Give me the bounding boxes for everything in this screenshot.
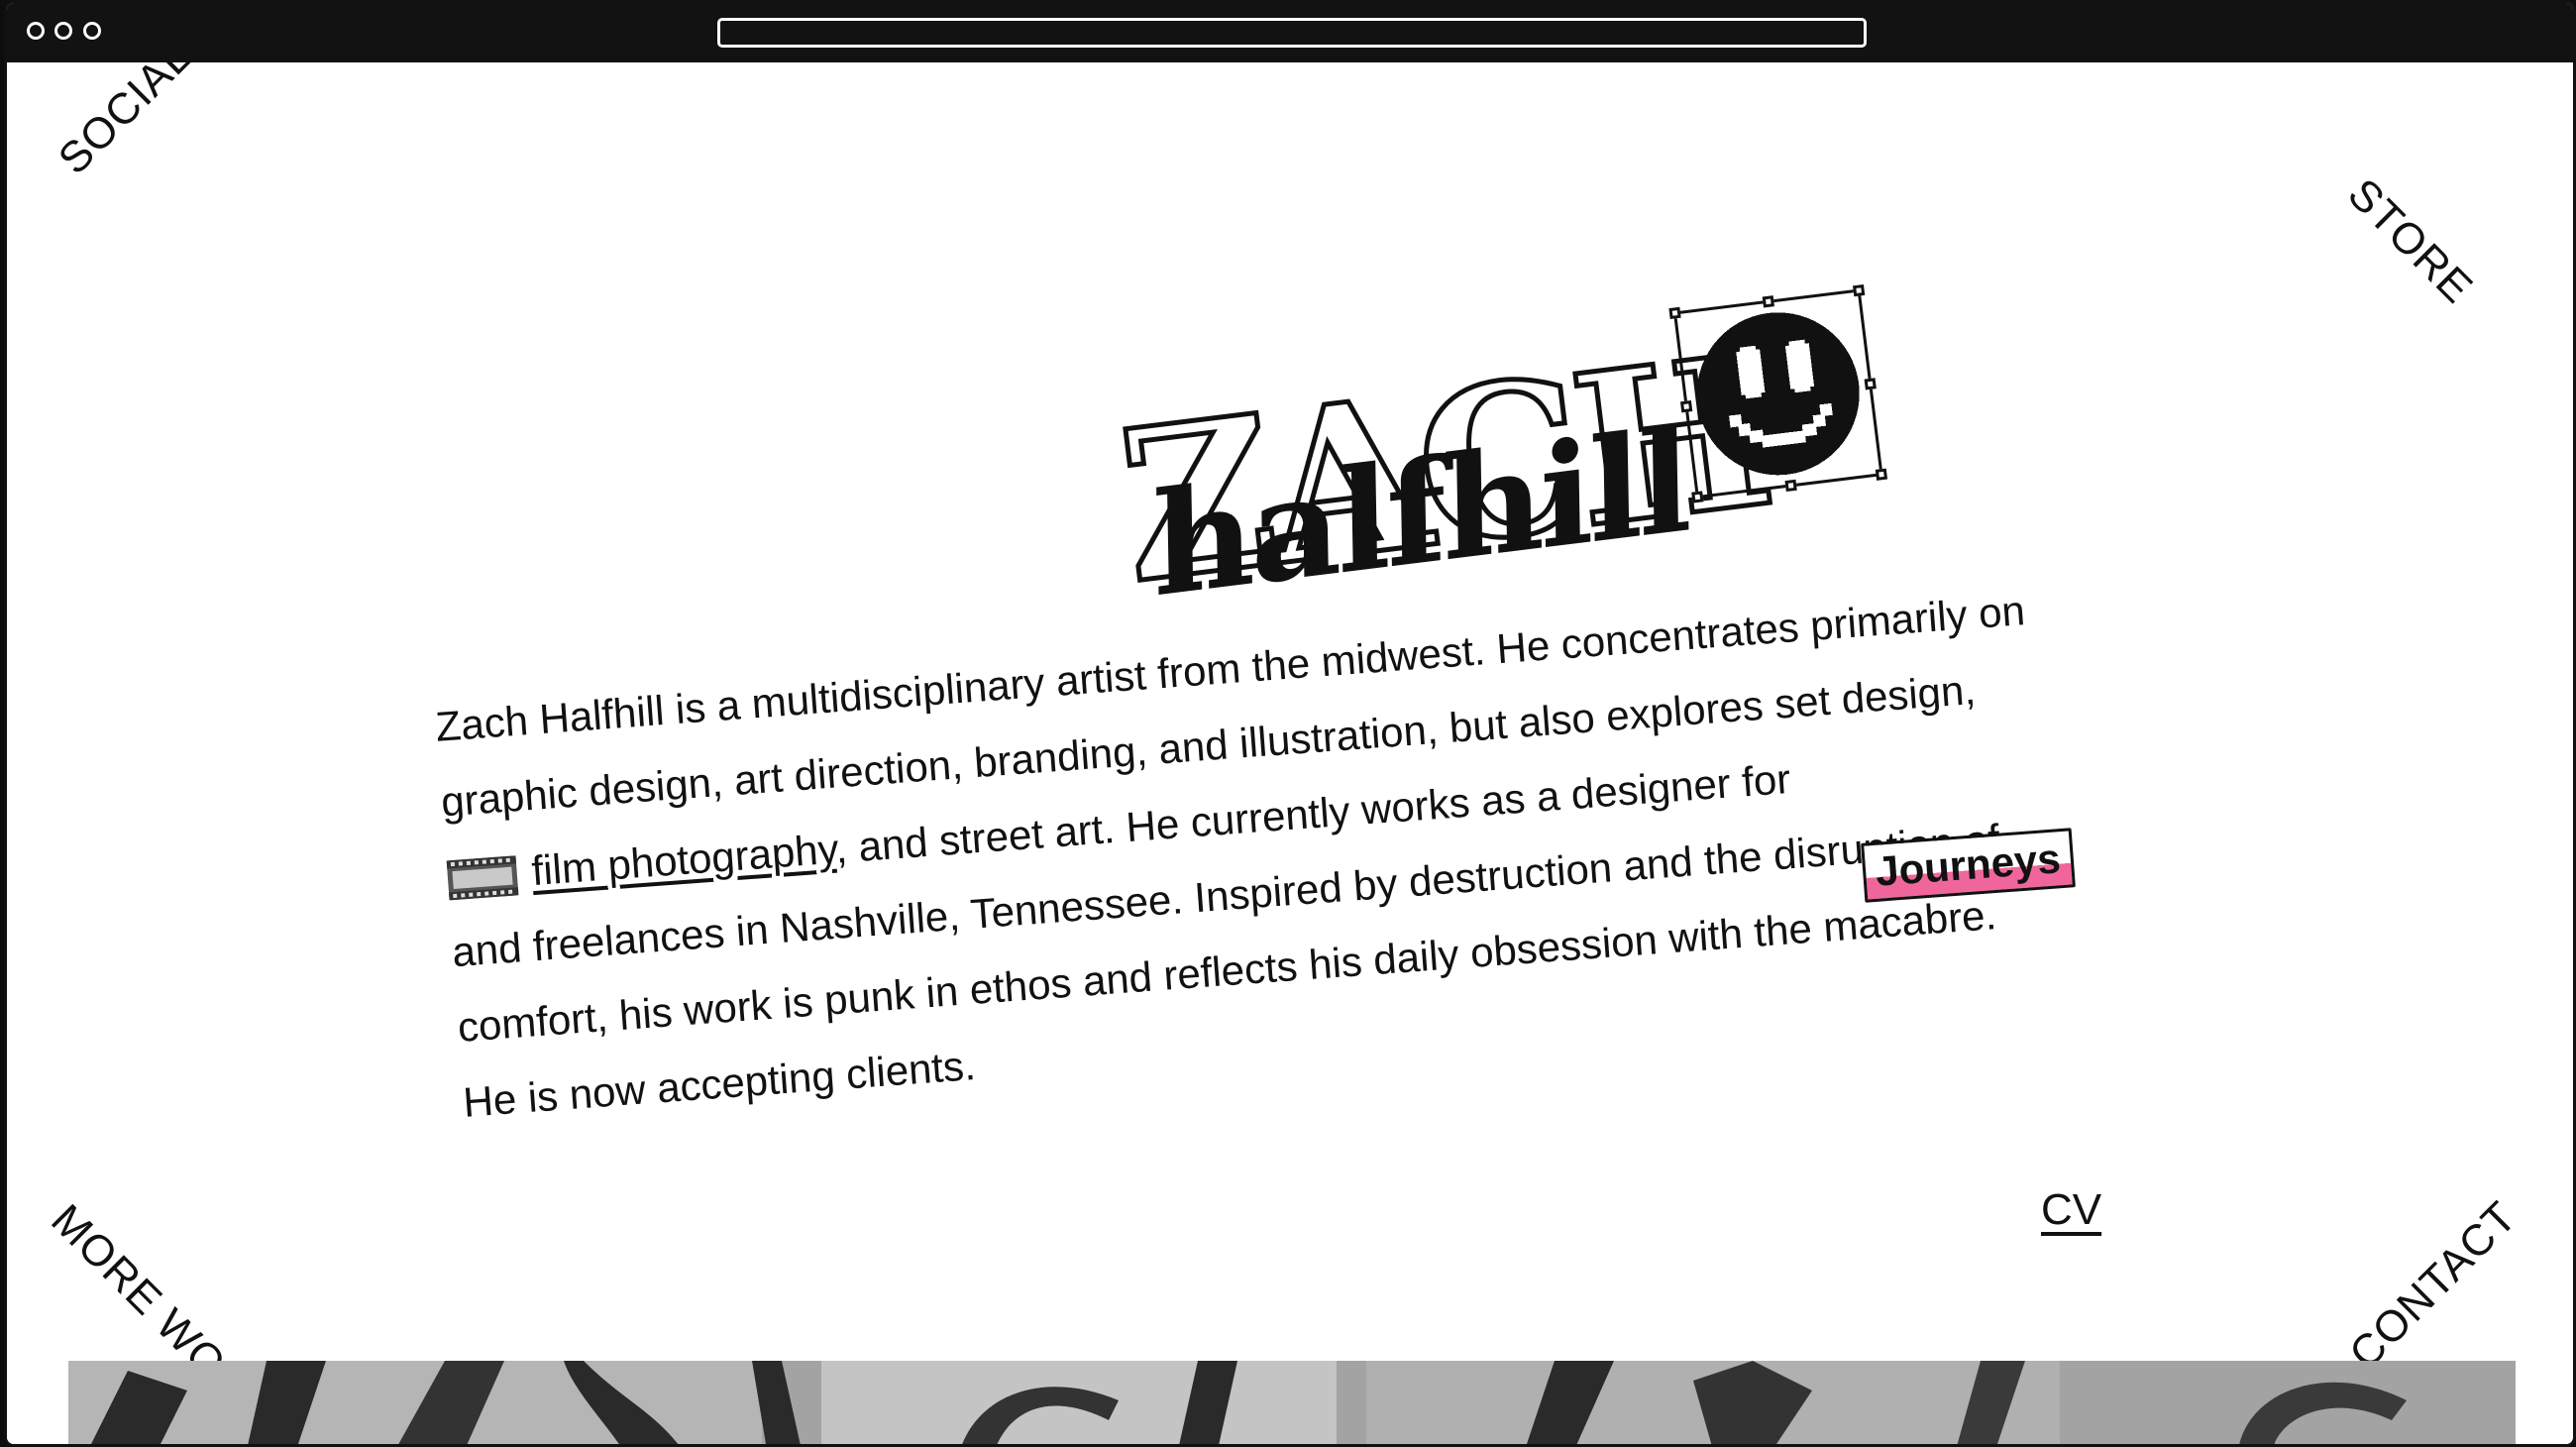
work-preview-image[interactable] <box>68 1361 2516 1444</box>
smiley-face-graphic <box>1696 312 1860 476</box>
resize-handle <box>1668 306 1681 320</box>
nav-contact-link[interactable]: CONTACT <box>2340 1192 2526 1379</box>
resize-handle <box>1784 479 1797 493</box>
browser-window: SOCIAL STORE MORE WORK CONTACT ZACH half… <box>4 0 2576 1447</box>
close-dot[interactable] <box>27 22 45 40</box>
film-photography-link[interactable]: film photography <box>530 826 837 894</box>
minimize-dot[interactable] <box>54 22 72 40</box>
pixel-smiley-icon <box>1668 283 1888 503</box>
photo-collage-graphic <box>68 1361 2516 1444</box>
resize-handle <box>1679 400 1693 413</box>
resize-handle <box>1853 283 1866 297</box>
resize-handle <box>1691 491 1704 503</box>
nav-store-link[interactable]: STORE <box>2338 169 2482 314</box>
resize-handle <box>1762 295 1774 308</box>
page-content: SOCIAL STORE MORE WORK CONTACT ZACH half… <box>7 32 2573 1444</box>
film-strip-icon <box>446 855 519 901</box>
address-bar[interactable] <box>717 18 1867 48</box>
resize-handle <box>1875 468 1888 481</box>
resize-handle <box>1864 378 1877 390</box>
maximize-dot[interactable] <box>83 22 101 40</box>
cv-link[interactable]: CV <box>2041 1185 2101 1235</box>
browser-titlebar <box>7 3 2573 62</box>
